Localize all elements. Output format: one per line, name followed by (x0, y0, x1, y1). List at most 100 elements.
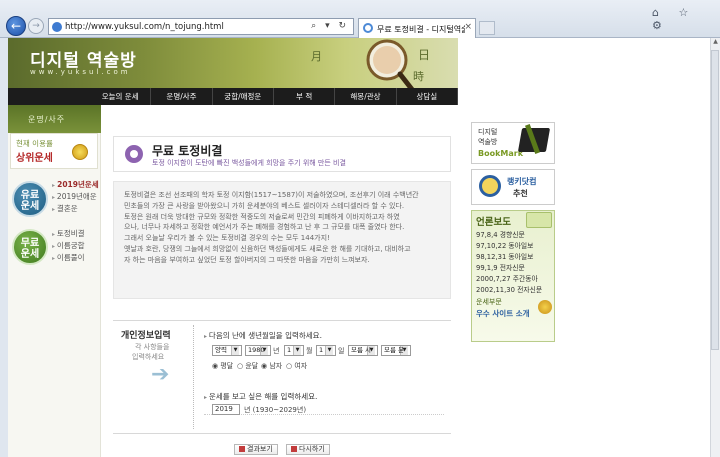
day-unit-label: 일 (338, 347, 345, 355)
description-line: 토정비결은 조선 선조때의 학자 토정 이지함(1517~1587)이 저술하였… (124, 191, 419, 199)
description-line: 그래서 오늘날 우리가 볼 수 있는 토정비결 경우의 수는 모두 144가지! (124, 234, 330, 243)
paid-badge-line1: 유료 (20, 190, 40, 201)
press-category: 운세부문 (476, 298, 502, 306)
target-year-hint: 년 (1930~2029년) (244, 406, 307, 414)
paid-badge-line2: 운세 (20, 201, 40, 212)
sidebar-link-name-match[interactable]: 이름궁합 (52, 240, 85, 251)
forward-button[interactable]: → (28, 18, 44, 34)
ranking-medal-icon (479, 175, 501, 197)
calendar-type-select[interactable]: ▼ 양력 (212, 345, 242, 356)
sidebar-link-marriage[interactable]: 결혼운 (52, 203, 78, 214)
form-hint-line1: 각 사항들을 (135, 343, 170, 351)
title-bullet-inner (130, 150, 138, 158)
bookmark-label: BookMark (478, 149, 524, 158)
press-item: 2002,11,30 전자신문 (476, 286, 543, 294)
result-icon (239, 446, 245, 452)
nav-left-band (8, 88, 90, 105)
birth-month-select[interactable]: ▼ 1 (284, 345, 304, 356)
sidebar-link-2019-love[interactable]: 2019년애운 (52, 191, 97, 202)
target-year-question: 운세를 보고 싶은 해를 입력하세요. (204, 391, 318, 402)
usage-rate-label: 현재 이용률 (16, 139, 53, 148)
home-favorites-settings-icons[interactable]: ⌂ ☆ ⚙ (652, 6, 720, 32)
chevron-down-icon: ▼ (293, 346, 301, 355)
birth-minute-select[interactable]: ▼ 모름 분 (381, 345, 411, 356)
press-item: 97,8,4 경향신문 (476, 231, 525, 239)
nav-destiny-saju[interactable]: 운명/사주 (151, 88, 213, 105)
sidebar-link-2019-fortune[interactable]: 2019년운세 (52, 179, 99, 190)
form-hint-line2: 입력하세요 (132, 353, 165, 361)
bookmark-text-line1: 디지털 (478, 128, 498, 136)
press-item: 99,1,9 전자신문 (476, 264, 525, 272)
press-item: 2000,7,27 주간동아 (476, 275, 538, 283)
description-line: 으나, 너무나 자세하고 정확한 예언서가 주는 폐해를 경험하고 난 후 그 … (124, 223, 405, 232)
address-search-refresh-icons[interactable]: ⌕ ▾ ↻ (311, 21, 349, 31)
reset-button[interactable]: 다시하기 (286, 444, 330, 455)
new-tab-button[interactable] (479, 21, 495, 35)
top-fortune-label[interactable]: 상위운세 (16, 149, 53, 164)
scroll-up-icon[interactable]: ▲ (711, 38, 720, 48)
site-favicon-icon (52, 22, 62, 32)
medal-icon (72, 144, 88, 160)
month-unit-label: 월 (306, 347, 313, 355)
bookmark-text-line2: 역술방 (478, 138, 498, 146)
view-result-button[interactable]: 결과보기 (234, 444, 278, 455)
nav-dream-physiognomy[interactable]: 해몽/관상 (335, 88, 397, 105)
sun-character: 日 (418, 48, 431, 62)
press-item: 97,10,22 동아일보 (476, 242, 534, 250)
newspaper-icon (526, 212, 552, 228)
nav-talisman[interactable]: 부 적 (274, 88, 336, 105)
time-character: 時 (413, 70, 424, 83)
description-box: 토정비결은 조선 선조때의 학자 토정 이지함(1517~1587)이 저술하였… (113, 181, 451, 299)
free-badge-line1: 무료 (20, 238, 40, 249)
ranking-recommend: 추천 (513, 189, 528, 198)
scrollbar-thumb[interactable] (711, 50, 719, 350)
moon-character: 月 (311, 50, 322, 63)
main-nav-bar: 오늘의 운세 운명/사주 궁합/애정운 부 적 해몽/관상 상담실 (90, 88, 458, 105)
sidebar-link-tojung[interactable]: 토정비결 (52, 228, 85, 239)
browser-tab[interactable]: 무료 토정비결 - 디지털역술... × (358, 18, 476, 38)
birth-day-select[interactable]: ▼ 1 (316, 345, 336, 356)
award-icon (538, 300, 552, 314)
chevron-down-icon: ▼ (231, 346, 239, 355)
description-line: 민초들의 가장 큰 사랑을 받아왔으니 가히 운세분야의 베스트 셀러이자 스테… (124, 201, 405, 210)
tab-title[interactable]: 무료 토정비결 - 디지털역술... (377, 24, 465, 35)
nav-compatibility[interactable]: 궁합/애정운 (213, 88, 274, 105)
page-subtitle: 토정 이지함이 도탄에 빠진 백성들에게 희망을 주기 위해 만든 비결 (152, 159, 346, 167)
birth-hour-select[interactable]: ▼ 모름 시 (348, 345, 378, 356)
gender-female-radio[interactable]: ○ 여자 (286, 361, 307, 371)
birth-year-select[interactable]: ▼ 1980 (245, 345, 271, 356)
nav-consultation[interactable]: 상담실 (397, 88, 458, 105)
site-url-text: www.yuksul.com (30, 68, 131, 76)
address-bar[interactable]: http://www.yuksul.com/n_tojung.html ⌕ ▾ … (48, 18, 354, 35)
nav-today-fortune[interactable]: 오늘의 운세 (90, 88, 152, 105)
description-line: 옛날과 호란, 당쟁의 그늘에서 희망없이 신음하던 백성들에게도 새로운 한 … (124, 244, 411, 253)
reset-icon (291, 446, 297, 452)
arrow-right-icon: ➔ (151, 362, 170, 387)
press-award-label: 우수 사이트 소개 (476, 309, 530, 318)
address-text[interactable]: http://www.yuksul.com/n_tojung.html (65, 22, 224, 32)
press-title: 언론보도 (476, 217, 511, 228)
paid-fortune-badge: 유료 운세 (12, 181, 48, 217)
gender-male-radio[interactable]: ◉ 남자 (261, 361, 282, 371)
leap-yun-radio[interactable]: ○ 윤달 (237, 361, 258, 371)
leap-normal-radio[interactable]: ◉ 평달 (212, 361, 233, 371)
form-section-label: 개인정보입력 (121, 331, 171, 341)
year-unit-label: 년 (273, 347, 280, 355)
tab-close-icon[interactable]: × (464, 22, 472, 32)
sidebar-link-name-reading[interactable]: 이름풀이 (52, 252, 85, 263)
page-title: 무료 토정비결 (152, 144, 223, 158)
back-button[interactable]: ← (6, 16, 26, 36)
chevron-down-icon: ▼ (325, 346, 333, 355)
press-item: 98,12,31 동아일보 (476, 253, 534, 261)
description-line: 자 하는 마음을 부여하고 싶었던 토정 할아버지의 그 따뜻한 마음을 가만히… (124, 255, 370, 264)
form-divider (193, 325, 194, 429)
birthdate-question: 다음의 난에 생년월일을 입력하세요. (204, 330, 322, 341)
description-line: 토정은 원래 더욱 방대한 규모와 정확한 적중도의 저술로써 민간의 피폐하게… (124, 212, 400, 221)
free-fortune-badge: 무료 운세 (12, 229, 48, 265)
web-page: 디지털 역술방 www.yuksul.com 月 日 時 오늘의 운세 운명/사… (8, 38, 710, 457)
free-badge-line2: 운세 (20, 249, 40, 260)
target-year-input[interactable]: 2019 (212, 404, 240, 415)
left-sidebar-title: 운명/사주 (28, 115, 66, 124)
tab-favicon-icon (363, 23, 373, 33)
ranking-site-name: 랭키닷컴 (507, 177, 537, 186)
